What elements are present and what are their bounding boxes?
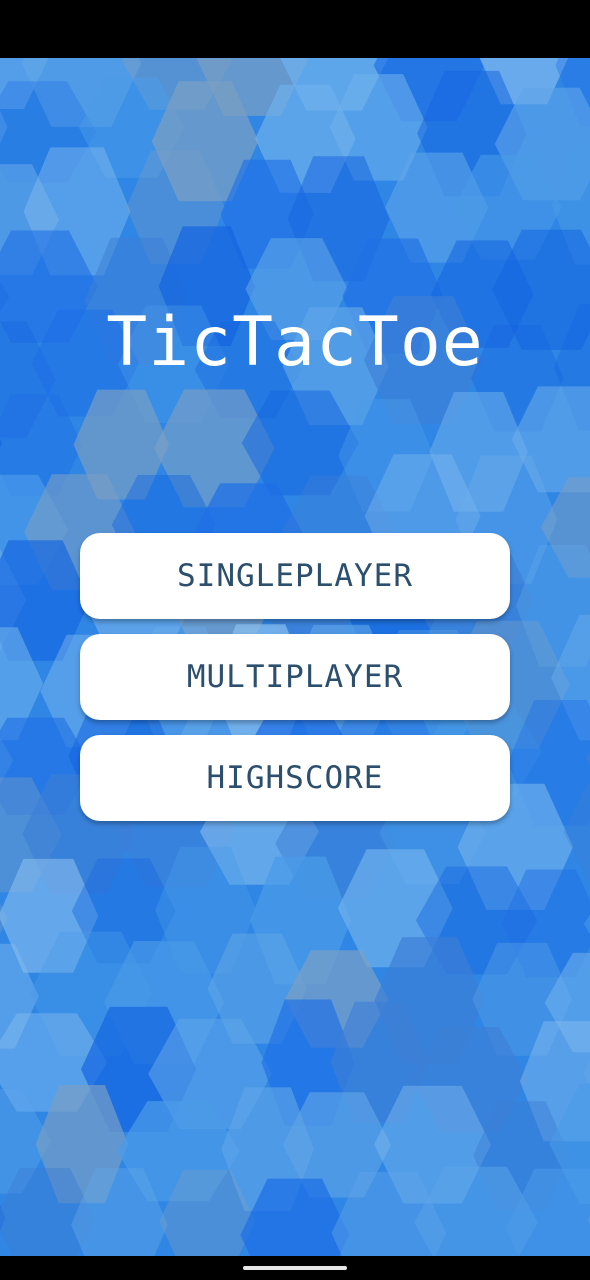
screen: TicTacToe SINGLEPLAYER MULTIPLAYER HIGHS…	[0, 0, 590, 1280]
main-menu: TicTacToe SINGLEPLAYER MULTIPLAYER HIGHS…	[0, 58, 590, 1256]
app-title: TicTacToe	[106, 303, 484, 382]
multiplayer-button[interactable]: MULTIPLAYER	[80, 634, 510, 720]
highscore-button[interactable]: HIGHSCORE	[80, 735, 510, 821]
status-bar	[0, 0, 590, 58]
home-gesture-handle[interactable]	[243, 1266, 347, 1270]
singleplayer-button[interactable]: SINGLEPLAYER	[80, 533, 510, 619]
